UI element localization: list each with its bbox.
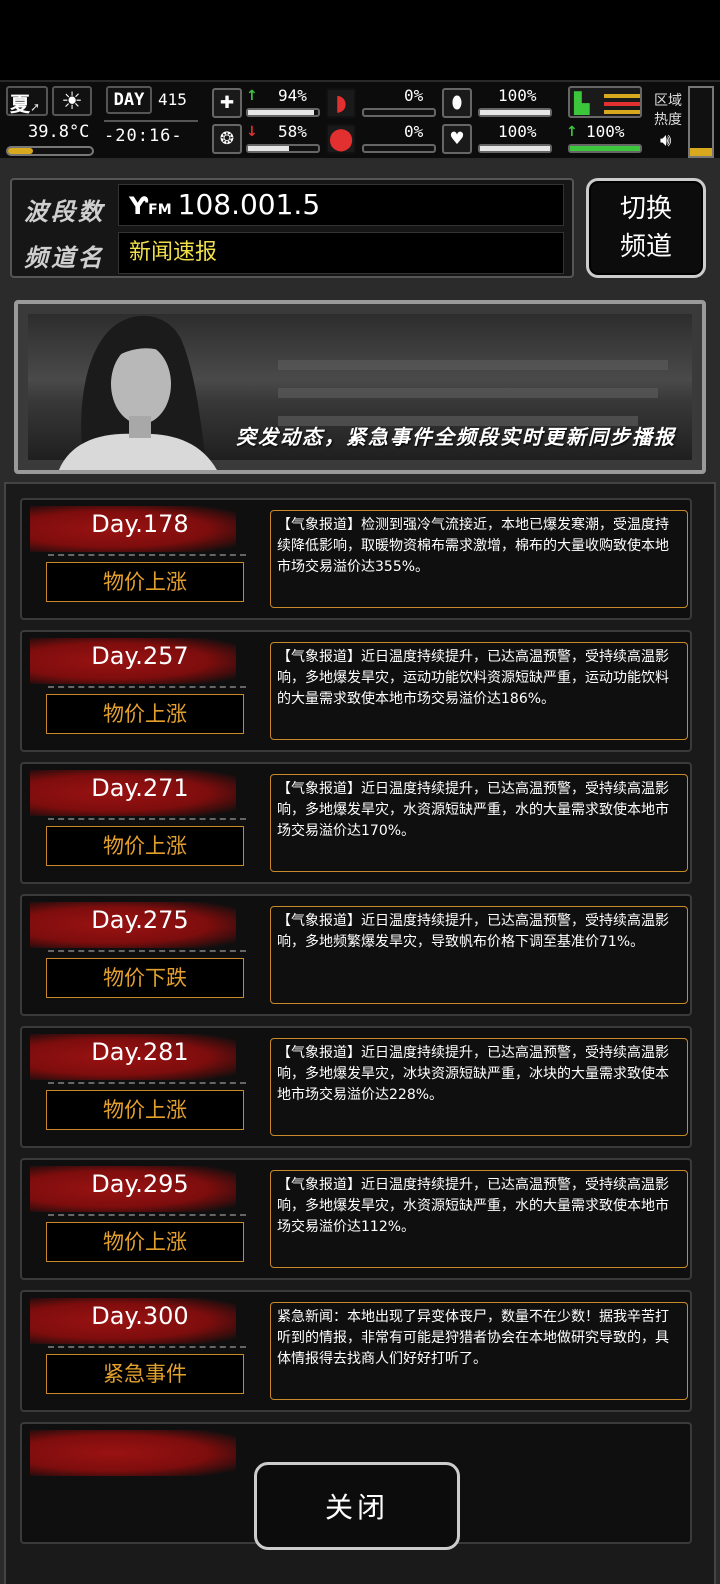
news-text: 【气象报道】检测到强冷气流接近，本地已爆发寒潮，受温度持续降低影响，取暖物资棉布… — [270, 510, 688, 608]
news-item: Day.300 紧急事件 紧急新闻：本地出现了异变体丧尸，数量不在少数！据我辛苦… — [20, 1290, 692, 1412]
hunger-bar — [362, 108, 436, 117]
clock-readout: -20:16- — [104, 126, 183, 146]
pill-bar — [478, 108, 552, 117]
news-tag: 紧急事件 — [46, 1354, 244, 1394]
news-text: 【气象报道】近日温度持续提升，已达高温预警，受持续高温影响，多地爆发旱灾，水资源… — [270, 1170, 688, 1268]
channel-label: 频道名 — [24, 244, 105, 272]
pill-icon: ⬮ — [442, 88, 472, 118]
news-tag: 物价上涨 — [46, 694, 244, 734]
mood-value: 100% — [498, 122, 537, 141]
band-label: 波段数 — [24, 198, 105, 226]
temperature-readout: 39.8°C — [28, 122, 90, 142]
news-day: Day.281 — [91, 1038, 189, 1066]
news-item: Day.178 物价上涨 【气象报道】检测到强冷气流接近，本地已爆发寒潮，受温度… — [20, 498, 692, 620]
stamina-bar — [568, 144, 642, 153]
health-value: 94% — [278, 86, 307, 105]
day-counter: 415 — [158, 90, 187, 109]
arrow-down-icon: ↓ — [246, 124, 258, 140]
day-label: DAY — [106, 86, 152, 114]
news-banner: 突发动态，紧急事件全频段实时更新同步播报 — [14, 300, 706, 474]
mental-bar — [246, 144, 320, 153]
news-tag: 物价上涨 — [46, 562, 244, 602]
news-tag: 物价上涨 — [46, 1090, 244, 1130]
switch-channel-button[interactable]: 切换 频道 — [586, 178, 706, 278]
news-day: Day.257 — [91, 642, 189, 670]
stamina-boot-icon: ▙ — [568, 86, 642, 118]
news-tag: 物价上涨 — [46, 826, 244, 866]
news-text: 【气象报道】近日温度持续提升，已达高温预警，受持续高温影响，多地爆发旱灾，冰块资… — [270, 1038, 688, 1136]
status-hud: 夏➚ ☀ 39.8°C DAY 415 -20:16- ✚ ↑ 94% ◗ 0%… — [0, 80, 720, 160]
antenna-fm-icon: ƳFM — [129, 192, 172, 220]
sun-icon: ☀ — [52, 86, 92, 116]
news-text: 紧急新闻：本地出现了异变体丧尸，数量不在少数！据我辛苦打听到的情报，非常有可能是… — [270, 1302, 688, 1400]
mood-bar — [478, 144, 552, 153]
region-heat-meter — [688, 86, 714, 158]
news-day: Day.271 — [91, 774, 189, 802]
reporter-portrait — [58, 315, 217, 470]
news-day: Day.178 — [91, 510, 189, 538]
mental-value: 58% — [278, 122, 307, 141]
news-text: 【气象报道】近日温度持续提升，已达高温预警，受持续高温影响，多地爆发旱灾，水资源… — [270, 774, 688, 872]
radio-panel: 波段数 ƳFM 108.001.5 频道名 新闻速报 切换 频道 突发动态，紧急事… — [0, 160, 720, 1584]
news-tag: 物价下跌 — [46, 958, 244, 998]
frequency-box: 波段数 ƳFM 108.001.5 频道名 新闻速报 — [10, 178, 574, 278]
news-item: Day.257 物价上涨 【气象报道】近日温度持续提升，已达高温预警，受持续高温… — [20, 630, 692, 752]
news-item: Day.295 物价上涨 【气象报道】近日温度持续提升，已达高温预警，受持续高温… — [20, 1158, 692, 1280]
health-bar — [246, 108, 320, 117]
arrow-up-icon: ↑ — [246, 88, 258, 104]
news-list[interactable]: Day.178 物价上涨 【气象报道】检测到强冷气流接近，本地已爆发寒潮，受温度… — [4, 482, 716, 1584]
news-day: Day.275 — [91, 906, 189, 934]
news-item: Day.271 物价上涨 【气象报道】近日温度持续提升，已达高温预警，受持续高温… — [20, 762, 692, 884]
news-day: Day.295 — [91, 1170, 189, 1198]
band-value: 108.001.5 — [177, 188, 321, 221]
water-drop-icon: ⬤ — [326, 124, 356, 154]
news-item: Day.275 物价下跌 【气象报道】近日温度持续提升，已达高温预警，受持续高温… — [20, 894, 692, 1016]
region-heat-label: 区域 热度 — [654, 93, 682, 128]
close-button[interactable]: 关闭 — [254, 1462, 460, 1550]
thirst-value: 0% — [404, 122, 424, 141]
channel-value: 新闻速报 — [118, 232, 564, 274]
season-indicator: 夏➚ — [6, 86, 48, 116]
thirst-bar — [362, 144, 436, 153]
news-text: 【气象报道】近日温度持续提升，已达高温预警，受持续高温影响，多地爆发旱灾，运动功… — [270, 642, 688, 740]
speaker-icon[interactable]: 🔊︎ — [660, 130, 671, 151]
pill-value: 100% — [498, 86, 537, 105]
stamina-value: 100% — [586, 122, 625, 141]
hunger-value: 0% — [404, 86, 424, 105]
news-day: Day.300 — [91, 1302, 189, 1330]
heart-icon: ♥ — [442, 124, 472, 154]
news-item: Day.281 物价上涨 【气象报道】近日温度持续提升，已达高温预警，受持续高温… — [20, 1026, 692, 1148]
medkit-icon: ✚ — [212, 88, 242, 118]
news-text: 【气象报道】近日温度持续提升，已达高温预警，受持续高温影响，多地频繁爆发旱灾，导… — [270, 906, 688, 1004]
arrow-up-icon: ↑ — [566, 124, 578, 140]
news-tag: 物价上涨 — [46, 1222, 244, 1262]
band-value-field: ƳFM 108.001.5 — [118, 184, 564, 226]
banner-caption: 突发动态，紧急事件全频段实时更新同步播报 — [236, 425, 676, 449]
temperature-bar — [6, 146, 94, 156]
stomach-icon: ◗ — [326, 88, 356, 118]
brain-icon: ❂ — [212, 124, 242, 154]
